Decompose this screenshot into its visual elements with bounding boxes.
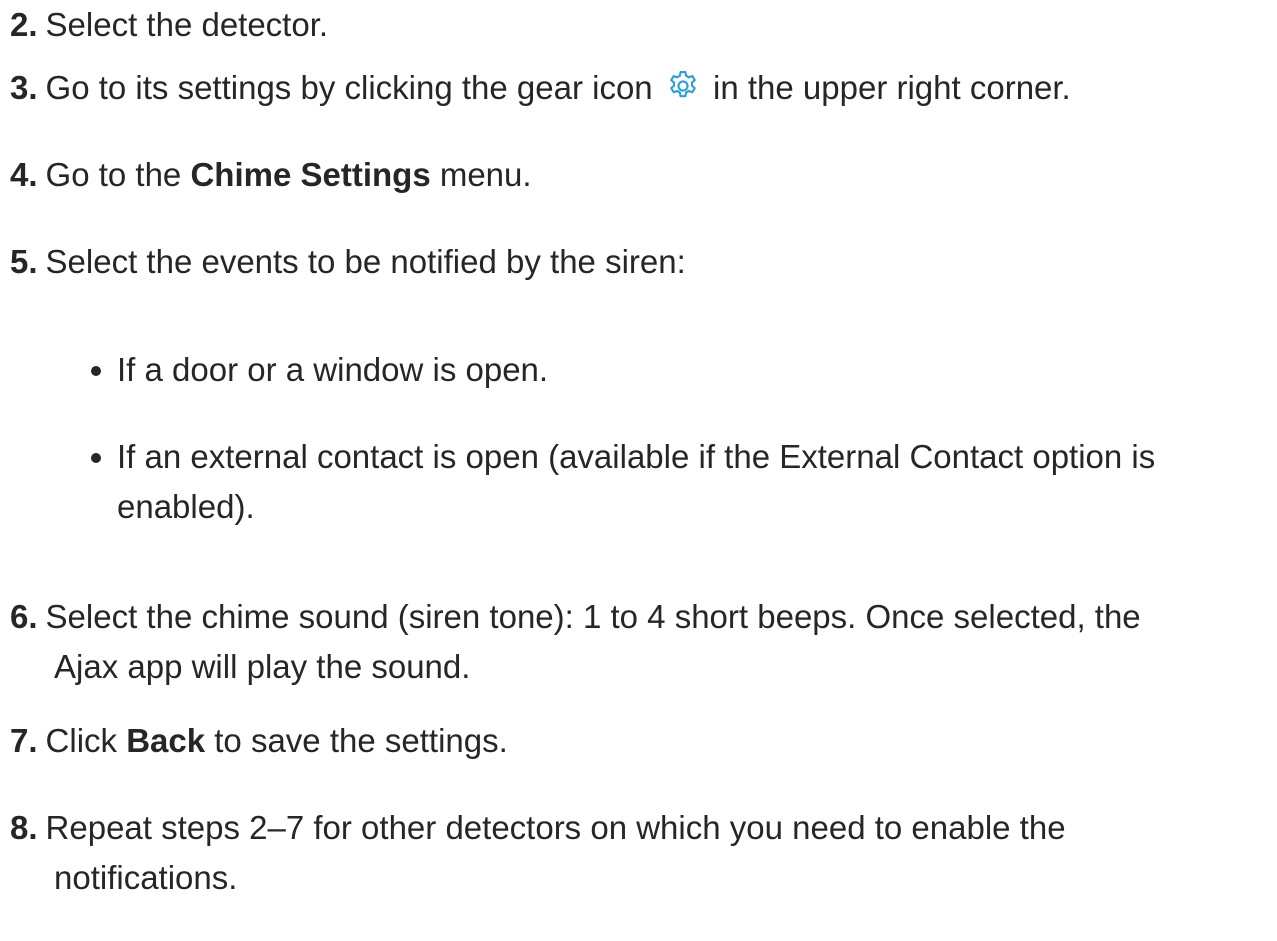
bullet-text: If an external contact is open (availabl… — [117, 438, 1156, 475]
step-6: 6. Select the chime sound (siren tone): 1… — [10, 592, 1270, 692]
bullet-item: If an external contact is open (availabl… — [91, 432, 1267, 532]
step-text: Go to the — [45, 156, 182, 193]
gear-icon — [670, 71, 696, 98]
step-number: 7. — [10, 722, 38, 759]
bullet-dot — [91, 366, 101, 376]
step-4: 4. Go to the Chime Settings menu. — [10, 150, 1270, 200]
step-2: 2. Select the detector. — [10, 0, 1270, 50]
step-text-continued: notifications. — [54, 859, 238, 896]
step-7: 7. Click Back to save the settings. — [10, 716, 1270, 766]
step-number: 5. — [10, 243, 38, 280]
step-number: 3. — [10, 69, 38, 106]
chime-settings-label: Chime Settings — [190, 156, 431, 193]
step-number: 2. — [10, 6, 38, 43]
bullet-item: If a door or a window is open. — [91, 345, 1267, 395]
step-text: Select the detector. — [45, 6, 329, 43]
bullet-dot — [91, 453, 101, 463]
step-5: 5. Select the events to be notified by th… — [10, 237, 1270, 287]
step-text-end: in the upper right corner. — [713, 69, 1071, 106]
step-number: 8. — [10, 809, 38, 846]
step-text-end: to save the settings. — [214, 722, 508, 759]
step-text: Repeat steps 2–7 for other detectors on … — [45, 809, 1066, 846]
step-text-end: menu. — [439, 156, 532, 193]
step-3: 3. Go to its settings by clicking the gea… — [10, 63, 1270, 113]
step-text: Click — [45, 722, 118, 759]
step-text: Select the events to be notified by the … — [45, 243, 686, 280]
bullet-text: If a door or a window is open. — [117, 351, 549, 388]
step-number: 6. — [10, 598, 38, 635]
back-label: Back — [126, 722, 206, 759]
step-number: 4. — [10, 156, 38, 193]
step-text: Select the chime sound (siren tone): 1 t… — [45, 598, 1141, 635]
step-text: Go to its settings by clicking the gear … — [45, 69, 653, 106]
step-text-continued: Ajax app will play the sound. — [54, 648, 471, 685]
step-8: 8. Repeat steps 2–7 for other detectors o… — [10, 803, 1270, 903]
bullet-text: enabled). — [117, 488, 255, 525]
